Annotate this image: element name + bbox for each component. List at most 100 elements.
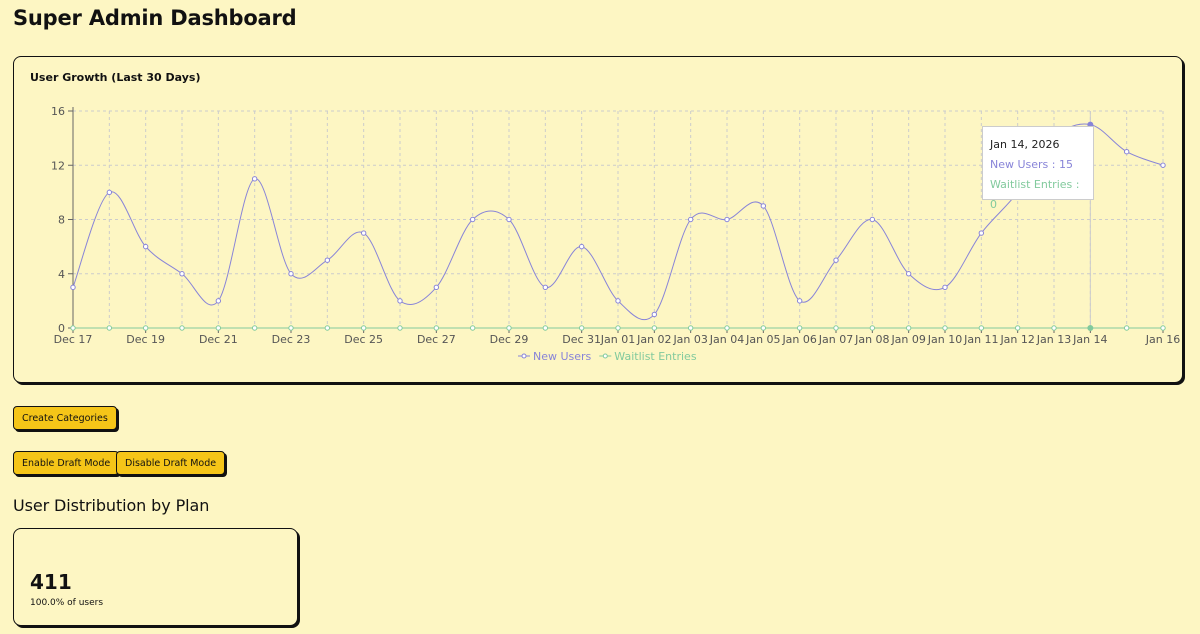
plan-user-share: 100.0% of users <box>30 598 104 608</box>
data-point-new-users <box>288 271 294 277</box>
data-point-new-users <box>506 216 512 223</box>
data-point-new-users <box>869 216 876 223</box>
x-tick-label: Dec 23 <box>272 333 311 346</box>
page-title: Super Admin Dashboard <box>13 6 297 30</box>
x-tick-label: Jan 14 <box>1072 333 1107 346</box>
tooltip-date: Jan 14, 2026 <box>990 138 1060 151</box>
data-point-waitlist-entries <box>542 325 549 331</box>
data-point-waitlist-entries <box>142 325 149 331</box>
data-point-new-users <box>942 284 948 291</box>
data-point-waitlist-entries <box>833 325 839 331</box>
data-point-waitlist-entries <box>251 325 258 331</box>
data-point-new-users <box>142 243 149 250</box>
data-point-new-users <box>905 271 912 277</box>
data-point-new-users <box>578 243 585 250</box>
data-point-new-users <box>70 284 76 291</box>
x-tick-label: Jan 07 <box>818 333 853 346</box>
data-point-waitlist-entries <box>869 325 876 331</box>
x-tick-label: Dec 19 <box>126 333 165 346</box>
y-tick-label: 4 <box>58 268 65 281</box>
data-point-waitlist-entries <box>905 325 912 331</box>
create-categories-button[interactable]: Create Categories <box>13 406 117 430</box>
x-tick-label: Jan 05 <box>745 333 780 346</box>
data-point-waitlist-entries <box>360 325 367 331</box>
data-point-new-users <box>687 216 694 223</box>
data-point-new-users <box>1123 148 1130 155</box>
data-point-new-users <box>833 257 839 263</box>
data-point-waitlist-entries <box>324 325 331 331</box>
data-point-waitlist-entries <box>978 325 985 331</box>
data-point-new-users <box>542 284 549 291</box>
data-point-waitlist-entries <box>1087 325 1094 331</box>
tooltip-new-users: New Users : 15 <box>990 158 1073 171</box>
data-point-waitlist-entries <box>179 325 185 331</box>
data-point-waitlist-entries <box>1160 325 1166 331</box>
data-point-new-users <box>978 230 985 236</box>
x-tick-label: Jan 06 <box>781 333 816 346</box>
data-point-waitlist-entries <box>1051 325 1057 331</box>
data-point-new-users <box>1160 162 1166 168</box>
data-point-new-users <box>251 176 258 182</box>
data-point-waitlist-entries <box>433 325 440 331</box>
disable-draft-mode-button[interactable]: Disable Draft Mode <box>116 451 226 475</box>
legend-label-waitlist-entries: Waitlist Entries <box>614 350 697 363</box>
data-point-new-users <box>433 284 440 291</box>
plan-card: 411 100.0% of users <box>13 528 298 626</box>
data-point-new-users <box>360 230 367 236</box>
x-tick-label: Jan 02 <box>636 333 671 346</box>
data-point-new-users <box>324 257 331 263</box>
data-point-waitlist-entries <box>651 325 658 331</box>
data-point-waitlist-entries <box>615 325 621 331</box>
data-point-new-users <box>651 311 658 318</box>
data-point-new-users <box>179 271 185 277</box>
data-point-waitlist-entries <box>469 325 476 331</box>
x-tick-label: Jan 03 <box>672 333 707 346</box>
data-point-waitlist-entries <box>578 325 585 331</box>
x-tick-label: Dec 21 <box>199 333 238 346</box>
data-point-waitlist-entries <box>397 325 403 331</box>
data-point-waitlist-entries <box>942 325 948 331</box>
data-point-waitlist-entries <box>724 325 730 331</box>
enable-draft-mode-button[interactable]: Enable Draft Mode <box>13 451 120 475</box>
plan-user-count: 411 <box>30 570 72 594</box>
x-tick-label: Dec 31 <box>562 333 601 346</box>
x-tick-label: Dec 25 <box>344 333 383 346</box>
data-point-waitlist-entries <box>215 325 222 331</box>
data-point-new-users <box>469 216 476 223</box>
y-tick-label: 12 <box>51 159 65 172</box>
x-tick-label: Jan 13 <box>1036 333 1071 346</box>
data-point-waitlist-entries <box>796 325 803 331</box>
chart-tooltip: Jan 14, 2026 New Users : 15 Waitlist Ent… <box>982 126 1094 211</box>
data-point-new-users <box>615 298 621 304</box>
data-point-waitlist-entries <box>687 325 694 331</box>
data-point-waitlist-entries <box>70 325 76 331</box>
x-tick-label: Jan 11 <box>963 333 998 346</box>
x-tick-label: Jan 12 <box>999 333 1034 346</box>
data-point-waitlist-entries <box>106 325 113 331</box>
data-point-new-users <box>760 203 767 209</box>
x-tick-label: Jan 16 <box>1145 333 1180 346</box>
data-point-new-users <box>397 298 403 304</box>
user-growth-card: User Growth (Last 30 Days) 0 4 8 12 16 Dec 17… <box>13 56 1183 383</box>
tooltip-waitlist: Waitlist Entries : 0 <box>990 178 1080 211</box>
y-tick-label: 8 <box>58 214 65 227</box>
x-tick-label: Jan 01 <box>600 333 635 346</box>
legend-label-new-users: New Users <box>533 350 592 363</box>
x-tick-label: Dec 29 <box>490 333 529 346</box>
distribution-title: User Distribution by Plan <box>13 496 210 515</box>
legend-marker-waitlist-entries <box>602 353 608 359</box>
data-point-waitlist-entries <box>1014 325 1021 331</box>
data-point-waitlist-entries <box>1123 325 1130 331</box>
y-tick-label: 16 <box>51 105 65 118</box>
data-point-new-users <box>796 298 803 304</box>
data-point-new-users <box>215 298 222 304</box>
data-point-new-users <box>724 216 730 223</box>
data-point-waitlist-entries <box>760 325 767 331</box>
x-tick-label: Dec 27 <box>417 333 456 346</box>
data-point-new-users <box>106 189 113 196</box>
x-tick-label: Jan 04 <box>709 333 744 346</box>
x-tick-label: Jan 08 <box>854 333 889 346</box>
user-growth-chart[interactable]: 0481216Dec 17 Dec 19 Dec 21 Dec 23 Dec 25 Dec… <box>14 57 1182 382</box>
x-tick-label: Jan 09 <box>890 333 925 346</box>
data-point-waitlist-entries <box>288 325 294 331</box>
